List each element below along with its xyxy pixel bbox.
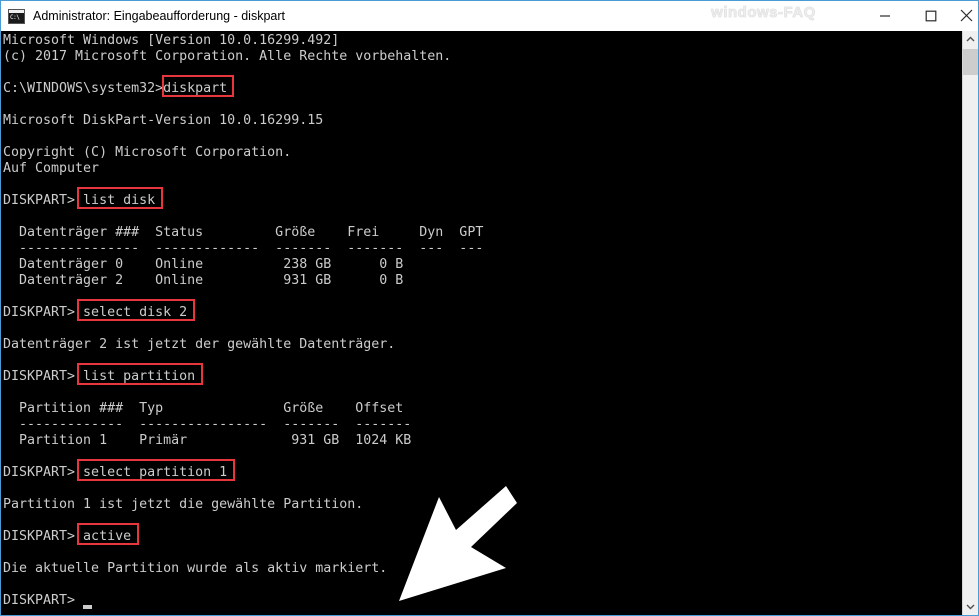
console-output-area[interactable]: Microsoft Windows [Version 10.0.16299.49… (1, 31, 962, 615)
chevron-down-icon (966, 604, 975, 610)
console-icon: C:\ (8, 8, 25, 24)
title-bar[interactable]: C:\ Administrator: Eingabeaufforderung -… (1, 1, 978, 31)
vertical-scrollbar[interactable] (962, 31, 978, 615)
console-line: Copyright (C) Microsoft Corporation. (3, 145, 292, 160)
console-line: C:\WINDOWS\system32>diskpart (3, 81, 228, 96)
console-line: DISKPART> list partition (3, 369, 196, 384)
console-line: DISKPART> list disk (3, 193, 156, 208)
console-line: (c) 2017 Microsoft Corporation. Alle Rec… (3, 49, 452, 64)
close-icon (960, 9, 972, 22)
console-line: --------------- ------------- ------- --… (3, 241, 484, 256)
console-line: DISKPART> active (3, 529, 132, 544)
scrollbar-thumb[interactable] (963, 49, 978, 75)
console-line: Auf Computer (3, 161, 100, 176)
scroll-up-button[interactable] (963, 31, 978, 48)
minimize-button[interactable] (862, 1, 908, 30)
scroll-down-button[interactable] (963, 598, 978, 615)
console-line: DISKPART> select disk 2 (3, 305, 188, 320)
minimize-icon (880, 14, 890, 17)
watermark-text: windows-FAQ (711, 4, 816, 22)
icon-title-strip (9, 9, 24, 13)
close-button[interactable] (954, 1, 978, 30)
console-text: Microsoft Windows [Version 10.0.16299.49… (3, 33, 483, 609)
maximize-button[interactable] (908, 1, 954, 30)
console-line: Microsoft DiskPart-Version 10.0.16299.15 (3, 113, 324, 128)
console-line: ------------- ---------------- ------- -… (3, 417, 412, 432)
console-line: Partition ### Typ Größe Offset (3, 401, 404, 416)
console-line: Datenträger 0 Online 238 GB 0 B (3, 257, 404, 272)
icon-prompt-text: C:\ (10, 13, 20, 21)
console-line: Microsoft Windows [Version 10.0.16299.49… (3, 33, 340, 48)
console-line: Datenträger 2 Online 931 GB 0 B (3, 273, 404, 288)
console-line: Datenträger 2 ist jetzt der gewählte Dat… (3, 337, 396, 352)
console-window: C:\ Administrator: Eingabeaufforderung -… (0, 0, 979, 616)
text-cursor (82, 605, 92, 609)
console-line: DISKPART> select partition 1 (3, 465, 228, 480)
console-line: Partition 1 Primär 931 GB 1024 KB (3, 433, 412, 448)
console-line: Datenträger ### Status Größe Frei Dyn GP… (3, 225, 484, 240)
console-line: Partition 1 ist jetzt die gewählte Parti… (3, 497, 364, 512)
chevron-up-icon (966, 36, 975, 42)
console-line: DISKPART> (3, 593, 84, 608)
console-line: Die aktuelle Partition wurde als aktiv m… (3, 561, 388, 576)
maximize-icon (925, 10, 937, 21)
window-title: Administrator: Eingabeaufforderung - dis… (33, 9, 285, 23)
